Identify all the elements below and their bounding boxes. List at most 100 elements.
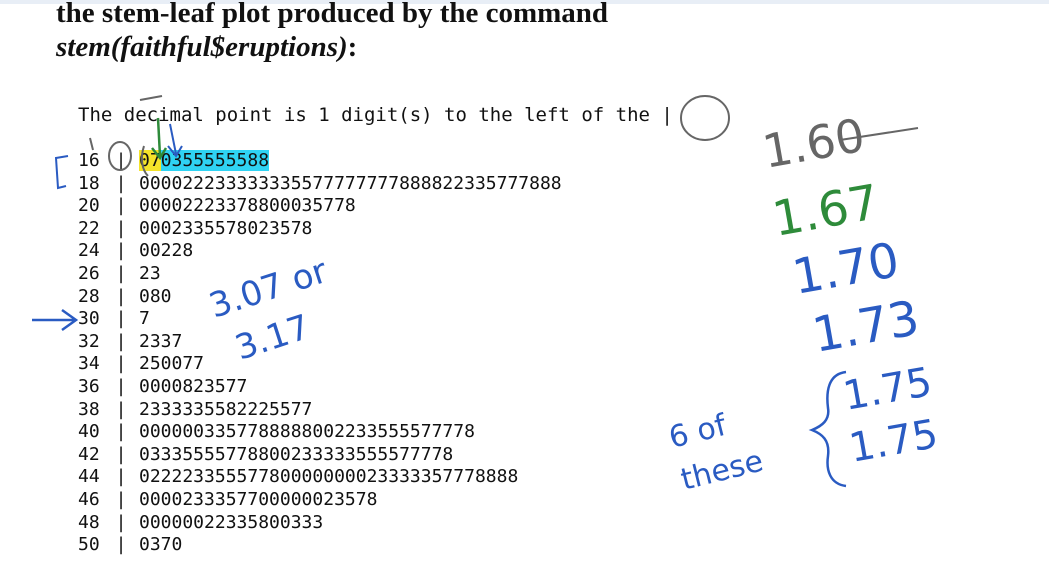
decimal-note: The decimal point is 1 digit(s) to the l… [78,104,673,126]
tick-mark [89,137,94,151]
title-colon: : [347,31,358,63]
note-173: 1.73 [808,290,923,364]
stem-value: 50 [78,534,100,556]
stem-separator: | [115,534,127,556]
stem-value: 40 [78,421,100,443]
note-167: 1.67 [768,174,883,248]
stem-separator: | [115,443,127,465]
leaf-values: 03335555778800233333555577778 [139,444,453,467]
stem-value: 46 [78,488,100,510]
stem-row: 40 | 0000003357788888002233555577778 [78,421,562,444]
leaf-segment: 03335555778800233333555577778 [139,443,454,465]
stem-separator: | [115,285,127,307]
stem-row: 24 | 00228 [78,240,562,263]
leaf-values: 00228 [139,240,193,263]
stem-row: 36 | 0000823577 [78,376,562,399]
underline-mark [839,127,919,141]
note-175b: 1.75 [846,411,942,472]
stem-separator: | [115,262,127,284]
leaf-values: 000022233333335577777777888822335777888 [139,173,562,196]
stem-separator: | [115,308,127,330]
leaf-segment: 7 [139,308,150,330]
stem-value: 26 [78,262,100,284]
leaf-values: 7 [139,308,150,331]
leaf-segment: 02222335557780000000023333357778888 [139,466,519,488]
stem-value: 30 [78,308,100,330]
stem-row: 18 | 0000222333333355777777778888223357778… [78,173,562,196]
stem-row: 32 | 2337 [78,331,562,354]
stem-row: 42 | 03335555778800233333555577778 [78,444,562,467]
leaf-segment: 0000823577 [139,375,248,397]
leaf-values: 0000003357788888002233555577778 [139,421,475,444]
leaf-values: 2337 [139,331,182,354]
stem-separator: | [115,511,127,533]
stem-row: 26 | 23 [78,263,562,286]
row-arrow-mark [32,308,79,332]
leaf-segment: 00000022335800333 [139,511,324,533]
leaf-segment: 250077 [139,353,205,375]
stem-separator: | [115,466,127,488]
stem-value: 20 [78,195,100,217]
stem-row: 30 | 7 [78,308,562,331]
leaf-segment: 23 [139,262,161,284]
stem-separator: | [115,330,127,352]
stem-value: 22 [78,217,100,239]
note-160: 1.60 [759,108,869,179]
stem-row: 48 | 00000022335800333 [78,512,562,535]
leaf-segment: 07 [139,150,161,171]
page-title: the stem-leaf plot produced by the comma… [56,0,608,64]
stem-separator: | [115,172,127,194]
note-175a: 1.75 [840,359,936,420]
command-text: stem(faithful$eruptions) [56,31,348,63]
stem-separator: | [115,398,127,420]
leaf-values: 250077 [139,353,204,376]
note-170: 1.70 [788,232,903,306]
stem-value: 44 [78,466,100,488]
leaf-values: 2333335582225577 [139,399,312,422]
stem-value: 36 [78,375,100,397]
leaf-segment-highlighted: 0355555588 [160,150,270,171]
leaf-values: 00000022335800333 [139,512,323,535]
leaf-segment: 0370 [139,534,183,556]
leaf-values: 0002335578023578 [139,218,312,241]
stem-row: 46 | 0000233357700000023578 [78,489,562,512]
stem-leaf-plot: 16 | 070355555588 18 | 0000222333333355777777… [78,150,562,557]
stem-separator: | [115,375,127,397]
leaf-values: 23 [139,263,161,286]
stem-value: 34 [78,353,100,375]
leaf-segment: 0000003357788888002233555577778 [139,421,475,443]
leaf-values: 0000233357700000023578 [139,489,377,512]
stem-separator: | [115,488,127,510]
title-line-1: the stem-leaf plot produced by the comma… [56,0,609,29]
stem-row: 16 | 070355555588 [78,150,562,173]
stem-row: 50 | 0370 [78,534,562,557]
stem-separator: | [115,353,127,375]
stem-value: 48 [78,511,100,533]
stem-row: 28 | 080 [78,286,562,309]
stem-value: 24 [78,240,100,262]
stem-separator: | [115,240,127,262]
leaf-segment: 080 [139,285,172,307]
leaf-values: 00002223378800035778 [139,195,356,218]
stem-value: 16 [78,150,100,171]
left-bracket-mark [54,155,69,190]
leaf-segment: 2337 [139,330,183,352]
stem-value: 18 [78,172,100,194]
leaf-values: 0370 [139,534,182,557]
leaf-segment: 0002335578023578 [139,217,313,239]
title-line-2: stem(faithful$eruptions): [56,30,608,64]
overline-mark [139,95,163,101]
leaf-segment: 2333335582225577 [139,398,313,420]
pipe-circle-mark [680,95,730,141]
stem-row: 22 | 0002335578023578 [78,218,562,241]
leaf-values: 02222335557780000000023333357778888 [139,466,518,489]
stem-separator: | [115,195,127,217]
stem-row: 34 | 250077 [78,353,562,376]
stem-row: 38 | 2333335582225577 [78,399,562,422]
stem-value: 42 [78,443,100,465]
stem-separator: | [115,217,127,239]
note-6of: 6 of [665,408,731,456]
note-these: these [677,444,766,498]
leaf-segment: 00228 [139,240,194,262]
leaf-values: 080 [139,286,172,309]
